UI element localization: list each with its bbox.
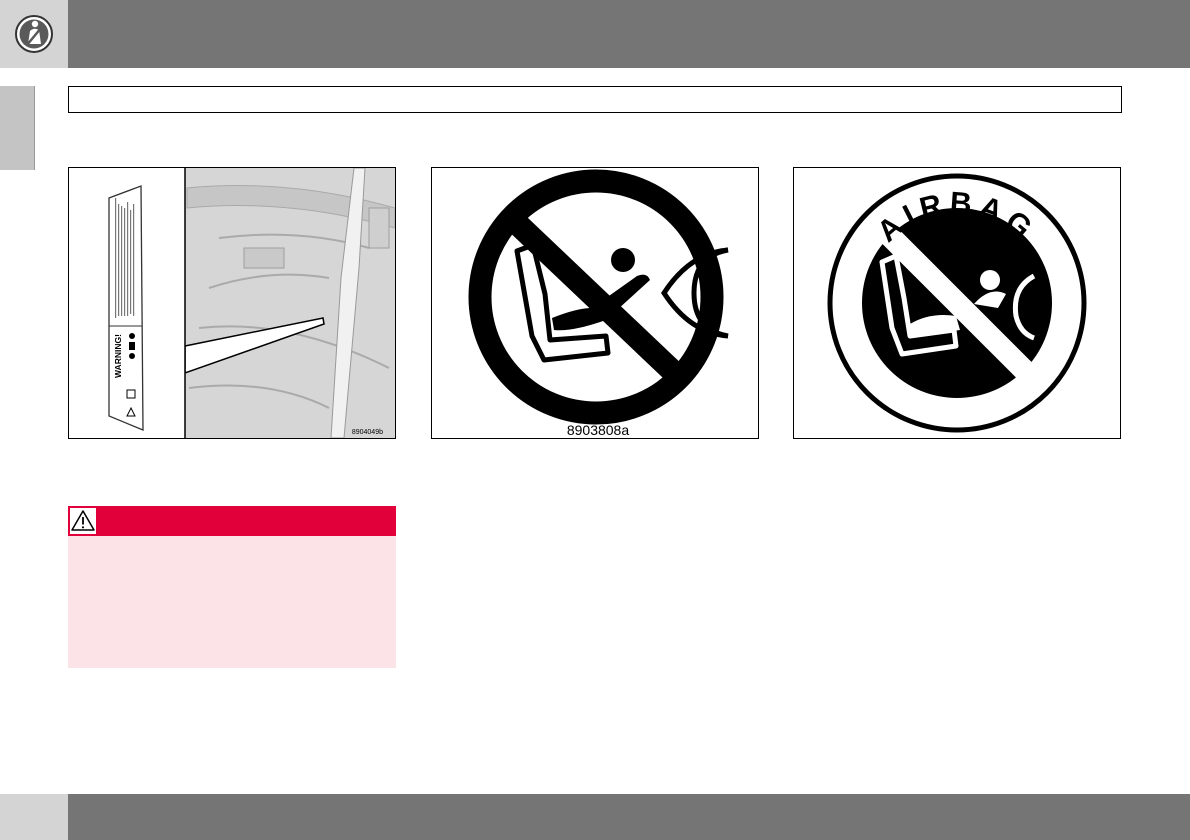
warning-body bbox=[68, 536, 396, 668]
figure-code: 8904049b bbox=[352, 429, 383, 436]
seatbelt-safety-icon bbox=[15, 15, 53, 53]
footer-corner bbox=[0, 794, 68, 840]
figure-airbag-label-location: WARNING! 8904049b bbox=[68, 167, 396, 439]
section-title-box bbox=[68, 86, 1122, 113]
header-band bbox=[0, 0, 1190, 68]
footer-band bbox=[0, 794, 1190, 840]
warning-box bbox=[68, 506, 396, 668]
warning-header bbox=[68, 506, 396, 536]
header-corner bbox=[0, 0, 68, 68]
warning-icon-wrap bbox=[68, 506, 98, 536]
figure-no-rear-facing-seat: 8903808a bbox=[431, 167, 759, 439]
warning-triangle-icon bbox=[71, 510, 95, 531]
label-warning-heading: WARNING! bbox=[113, 334, 123, 378]
figure-code: 8903808a bbox=[567, 422, 630, 438]
side-chapter-tab[interactable] bbox=[0, 86, 35, 170]
figure-airbag-prohibition: AIRBAG bbox=[793, 167, 1121, 439]
